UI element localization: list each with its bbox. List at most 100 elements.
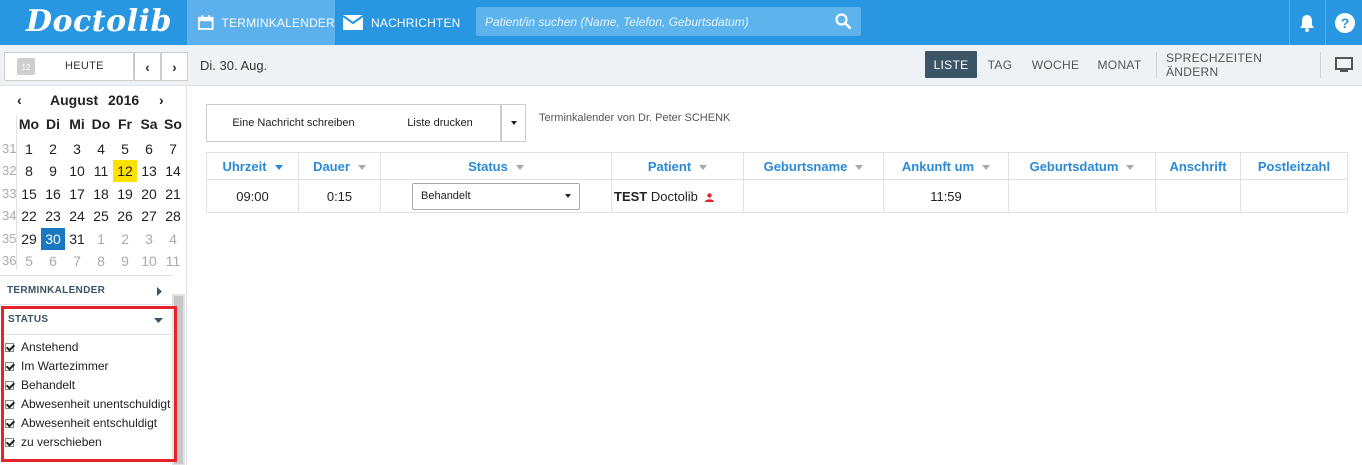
display-mode-button[interactable] <box>1330 51 1358 78</box>
calendar-day[interactable]: 13 <box>137 160 161 182</box>
doctolib-logo[interactable]: Doctolib <box>26 4 172 39</box>
year-label: 2016 <box>108 92 140 108</box>
help-button[interactable]: ? <box>1327 0 1362 45</box>
prev-month-button[interactable]: ‹ <box>17 92 22 108</box>
calendar-day[interactable]: 14 <box>161 160 185 182</box>
weekday-header: Fr <box>118 116 132 132</box>
patient-search <box>476 7 861 36</box>
calendar-day[interactable]: 24 <box>65 205 89 227</box>
calendar-day[interactable]: 30 <box>41 227 65 250</box>
calendar-day[interactable]: 20 <box>137 183 161 205</box>
patient-search-input[interactable] <box>476 7 826 36</box>
next-day-button[interactable]: › <box>161 52 188 81</box>
calendar-day[interactable]: 23 <box>41 205 65 227</box>
status-filter-item[interactable]: Behandelt <box>5 378 75 392</box>
calendar-day[interactable]: 6 <box>41 250 65 272</box>
calendar-day[interactable]: 4 <box>161 228 185 250</box>
calendar-day[interactable]: 2 <box>113 228 137 250</box>
column-header-dauer[interactable]: Dauer <box>298 152 381 180</box>
cell-time: 09:00 <box>206 179 299 213</box>
calendar-day[interactable]: 9 <box>113 250 137 272</box>
calendar-day[interactable]: 11 <box>89 160 113 182</box>
calendar-day[interactable]: 9 <box>41 160 65 182</box>
search-icon[interactable] <box>835 13 851 29</box>
calendar-day[interactable]: 29 <box>17 228 41 250</box>
calendar-day[interactable]: 22 <box>17 205 41 227</box>
write-message-button[interactable]: Eine Nachricht schreiben <box>206 104 381 142</box>
column-header-anschrift[interactable]: Anschrift <box>1155 152 1241 180</box>
today-button[interactable]: 12 HEUTE <box>4 52 134 81</box>
calendar-day[interactable]: 16 <box>41 183 65 205</box>
chevron-left-icon: ‹ <box>145 58 150 75</box>
column-header-patient[interactable]: Patient <box>611 152 744 180</box>
calendar-day[interactable]: 18 <box>89 183 113 205</box>
cell-duration: 0:15 <box>298 179 381 213</box>
calendar-day[interactable]: 31 <box>65 228 89 250</box>
status-checkbox[interactable] <box>5 380 14 390</box>
calendar-day[interactable]: 4 <box>89 138 113 160</box>
calendar-day[interactable]: 7 <box>161 138 185 160</box>
column-header-ankunft[interactable]: Ankunft um <box>883 152 1009 180</box>
column-header-geburtsname[interactable]: Geburtsname <box>743 152 884 180</box>
column-header-postleitzahl[interactable]: Postleitzahl <box>1240 152 1348 180</box>
calendar-day[interactable]: 19 <box>113 183 137 205</box>
next-month-button[interactable]: › <box>159 92 164 108</box>
calendar-day[interactable]: 25 <box>89 205 113 227</box>
notifications-button[interactable] <box>1291 0 1323 45</box>
calendar-day[interactable]: 7 <box>65 250 89 272</box>
status-filter-item[interactable]: zu verschieben <box>5 435 102 449</box>
cell-arrival: 11:59 <box>883 179 1009 213</box>
table-row[interactable]: 09:00 0:15 Behandelt TEST Doctolib 11:59 <box>206 179 1348 213</box>
terminkalender-section[interactable]: TERMINKALENDER <box>0 275 172 305</box>
calendar-day[interactable]: 15 <box>17 183 41 205</box>
calendar-day[interactable]: 28 <box>161 205 185 227</box>
chevron-right-icon: › <box>172 58 177 75</box>
status-checkbox[interactable] <box>5 361 14 371</box>
print-list-button[interactable]: Liste drucken <box>380 104 501 142</box>
calendar-day[interactable]: 17 <box>65 183 89 205</box>
calendar-day[interactable]: 5 <box>113 138 137 160</box>
view-liste-button[interactable]: LISTE <box>925 51 977 78</box>
status-checkbox[interactable] <box>5 437 14 447</box>
status-filter-item[interactable]: Abwesenheit entschuldigt <box>5 416 157 430</box>
calendar-day[interactable]: 8 <box>89 250 113 272</box>
sort-caret-icon <box>855 164 864 170</box>
status-filter-item[interactable]: Anstehend <box>5 340 78 354</box>
calendar-day[interactable]: 3 <box>137 228 161 250</box>
calendar-day[interactable]: 10 <box>65 160 89 182</box>
previous-day-button[interactable]: ‹ <box>134 52 161 81</box>
calendar-day[interactable]: 10 <box>137 250 161 272</box>
calendar-day[interactable]: 8 <box>17 160 41 182</box>
column-header-uhrzeit[interactable]: Uhrzeit <box>206 152 299 180</box>
tab-terminkalender[interactable]: TERMINKALENDER <box>187 0 335 45</box>
calendar-day[interactable]: 1 <box>89 228 113 250</box>
calendar-day[interactable]: 3 <box>65 138 89 160</box>
calendar-day[interactable]: 12 <box>113 160 137 182</box>
column-header-status[interactable]: Status <box>380 152 612 180</box>
status-checkbox[interactable] <box>5 418 14 428</box>
view-tag-button[interactable]: TAG <box>981 51 1019 78</box>
column-header-geburtsdatum[interactable]: Geburtsdatum <box>1008 152 1156 180</box>
tab-nachrichten[interactable]: NACHRICHTEN <box>343 0 463 45</box>
view-woche-button[interactable]: WOCHE <box>1027 51 1084 78</box>
calendar-day[interactable]: 26 <box>113 205 137 227</box>
status-filter-item[interactable]: Abwesenheit unentschuldigt <box>5 397 170 411</box>
calendar-day[interactable]: 5 <box>17 250 41 272</box>
caret-right-icon <box>157 287 162 296</box>
calendar-day[interactable]: 21 <box>161 183 185 205</box>
edit-hours-button[interactable]: SPRECHZEITEN ÄNDERN <box>1166 51 1312 79</box>
cell-patient[interactable]: TEST Doctolib <box>611 179 744 213</box>
calendar-day[interactable]: 2 <box>41 138 65 160</box>
week-number: 33 <box>2 185 17 201</box>
calendar-day[interactable]: 6 <box>137 138 161 160</box>
calendar-day[interactable]: 27 <box>137 205 161 227</box>
calendar-day[interactable]: 11 <box>161 250 185 272</box>
today-label: HEUTE <box>65 60 104 72</box>
status-checkbox[interactable] <box>5 399 14 409</box>
status-filter-item[interactable]: Im Wartezimmer <box>5 359 109 373</box>
print-options-dropdown[interactable] <box>501 104 526 142</box>
status-checkbox[interactable] <box>5 342 14 352</box>
calendar-day[interactable]: 1 <box>17 138 41 160</box>
status-select[interactable]: Behandelt <box>412 182 580 210</box>
view-monat-button[interactable]: MONAT <box>1092 51 1147 78</box>
